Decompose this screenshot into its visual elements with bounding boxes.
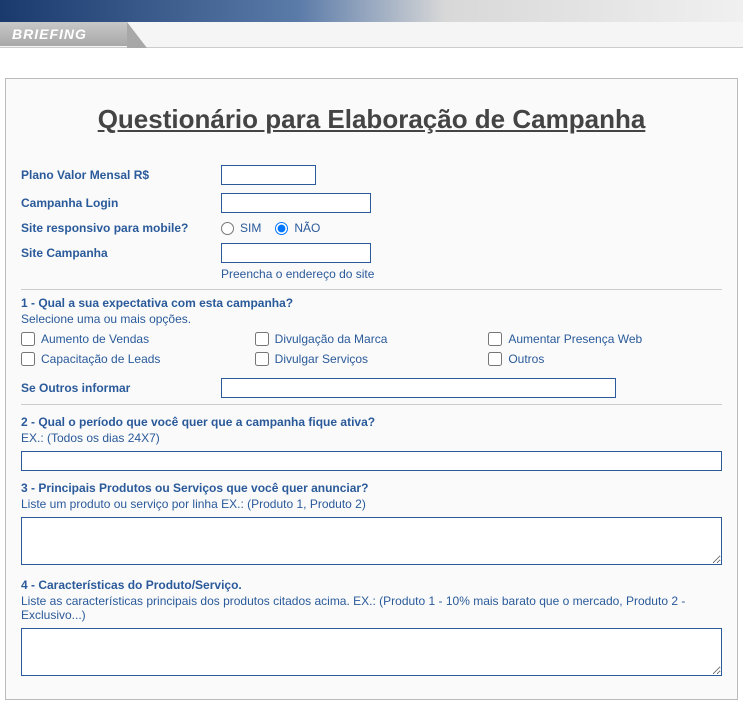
q1-opt-e-label: Divulgar Serviços (275, 352, 368, 366)
q3-hint: Liste um produto ou serviço por linha EX… (21, 497, 722, 511)
q2-input[interactable] (21, 451, 722, 471)
responsive-label: Site responsivo para mobile? (21, 221, 221, 235)
q1-outros-input[interactable] (221, 378, 616, 398)
q1-label: 1 - Qual a sua expectativa com esta camp… (21, 296, 722, 310)
q4-hint: Liste as características principais dos … (21, 594, 722, 622)
q1-opt-d[interactable] (21, 352, 35, 366)
q1-options: Aumento de Vendas Capacitação de Leads D… (21, 332, 722, 372)
site-hint: Preencha o endereço do site (221, 267, 722, 281)
q3-textarea[interactable] (21, 517, 722, 565)
q2-hint: EX.: (Todos os dias 24X7) (21, 431, 722, 445)
q1-opt-a[interactable] (21, 332, 35, 346)
q2-label: 2 - Qual o período que você quer que a c… (21, 415, 722, 429)
briefing-row: BRIEFING (0, 22, 743, 48)
q1-outros-label: Se Outros informar (21, 381, 221, 395)
q1-hint: Selecione uma ou mais opções. (21, 312, 722, 326)
q1-opt-b-label: Divulgação da Marca (275, 332, 388, 346)
q1-opt-f[interactable] (488, 352, 502, 366)
responsive-sim-label: SIM (240, 221, 261, 235)
q4-textarea[interactable] (21, 628, 722, 676)
q3-label: 3 - Principais Produtos ou Serviços que … (21, 481, 722, 495)
plano-label: Plano Valor Mensal R$ (21, 168, 221, 182)
responsive-nao-label: NÃO (294, 221, 320, 235)
responsive-sim-radio[interactable] (221, 222, 234, 235)
q1-opt-a-label: Aumento de Vendas (41, 332, 149, 346)
page-title: Questionário para Elaboração de Campanha (21, 104, 722, 135)
briefing-tab: BRIEFING (0, 22, 127, 46)
login-input[interactable] (221, 193, 371, 213)
q1-opt-c[interactable] (488, 332, 502, 346)
q4-label: 4 - Características do Produto/Serviço. (21, 578, 722, 592)
q1-opt-e[interactable] (255, 352, 269, 366)
plano-input[interactable] (221, 165, 316, 185)
q1-opt-b[interactable] (255, 332, 269, 346)
divider-1 (21, 289, 722, 290)
header-band (0, 0, 743, 22)
form-container: Questionário para Elaboração de Campanha… (5, 78, 738, 700)
site-label: Site Campanha (21, 246, 221, 260)
login-label: Campanha Login (21, 196, 221, 210)
q1-opt-d-label: Capacitação de Leads (41, 352, 160, 366)
responsive-nao-radio[interactable] (275, 222, 288, 235)
q1-opt-c-label: Aumentar Presença Web (508, 332, 642, 346)
q1-opt-f-label: Outros (508, 352, 544, 366)
site-input[interactable] (221, 243, 371, 263)
divider-2 (21, 404, 722, 405)
